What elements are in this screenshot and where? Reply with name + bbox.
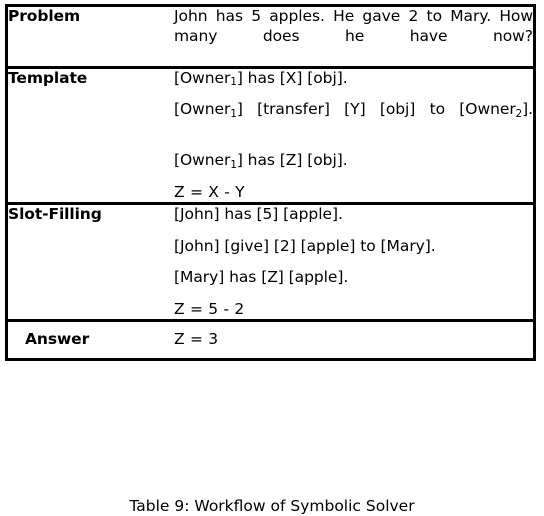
workflow-table: Problem John has 5 apples. He gave 2 to … bbox=[5, 4, 536, 361]
table-caption: Table 9: Workflow of Symbolic Solver bbox=[129, 497, 415, 515]
template-line-2: [Owner1] [transfer] [Y] [obj] to [Owner2… bbox=[174, 100, 533, 139]
template-line-2-post2: ]. bbox=[522, 100, 533, 118]
table-row-template: Template [Owner1] has [X] [obj]. [Owner1… bbox=[8, 65, 533, 204]
row-label-cell-problem: Problem bbox=[8, 7, 174, 67]
slot-filling-equation: Z = 5 - 2 bbox=[174, 299, 245, 318]
row-content-cell-problem: John has 5 apples. He gave 2 to Mary. Ho… bbox=[174, 7, 533, 67]
template-line-1-sub: 1 bbox=[230, 77, 237, 89]
row-label-slot-filling: Slot-Filling bbox=[8, 205, 102, 223]
answer-equation: Z = 3 bbox=[174, 330, 219, 348]
slot-filling-line-2: [John] [give] [2] [apple] to [Mary]. bbox=[174, 236, 436, 255]
figure-page: Problem John has 5 apples. He gave 2 to … bbox=[0, 0, 544, 516]
row-content-cell-slot-filling: [John] has [5] [apple]. [John] [give] [2… bbox=[174, 202, 533, 321]
problem-text: John has 5 apples. He gave 2 to Mary. Ho… bbox=[174, 7, 533, 45]
table-row-answer: Answer Z = 3 bbox=[8, 319, 533, 358]
row-label-cell-template: Template bbox=[8, 65, 174, 204]
row-content-cell-template: [Owner1] has [X] [obj]. [Owner1] [transf… bbox=[174, 65, 533, 204]
template-line-3: [Owner1] has [Z] [obj]. bbox=[174, 151, 533, 171]
row-label-cell-slot-filling: Slot-Filling bbox=[8, 202, 174, 321]
template-line-1-post: ] has [X] [obj]. bbox=[236, 68, 348, 87]
template-line-3-pre: [Owner bbox=[174, 151, 231, 169]
template-line-3-post: ] has [Z] [obj]. bbox=[236, 151, 348, 169]
template-line-1-pre: [Owner bbox=[174, 68, 231, 87]
template-line-2-post: ] [transfer] [Y] [obj] to [Owner bbox=[236, 100, 516, 118]
row-label-answer: Answer bbox=[25, 330, 90, 348]
slot-filling-line-1: [John] has [5] [apple]. bbox=[174, 205, 343, 223]
template-equation: Z = X - Y bbox=[174, 182, 245, 201]
slot-filling-line-3: [Mary] has [Z] [apple]. bbox=[174, 268, 349, 286]
table-row-slot-filling: Slot-Filling [John] has [5] [apple]. [Jo… bbox=[8, 202, 533, 321]
row-label-problem: Problem bbox=[8, 7, 81, 25]
template-line-1: [Owner1] has [X] [obj]. bbox=[174, 69, 533, 89]
template-line-2-pre: [Owner bbox=[174, 100, 231, 118]
workflow-table-grid: Problem John has 5 apples. He gave 2 to … bbox=[8, 7, 533, 358]
row-content-cell-answer: Z = 3 bbox=[174, 319, 533, 358]
row-label-cell-answer: Answer bbox=[8, 319, 174, 358]
template-line-2-sub2: 2 bbox=[515, 108, 523, 120]
row-label-template: Template bbox=[8, 68, 88, 87]
template-line-3-sub: 1 bbox=[230, 159, 237, 171]
template-line-2-sub: 1 bbox=[230, 108, 237, 120]
table-row-problem: Problem John has 5 apples. He gave 2 to … bbox=[8, 7, 533, 67]
